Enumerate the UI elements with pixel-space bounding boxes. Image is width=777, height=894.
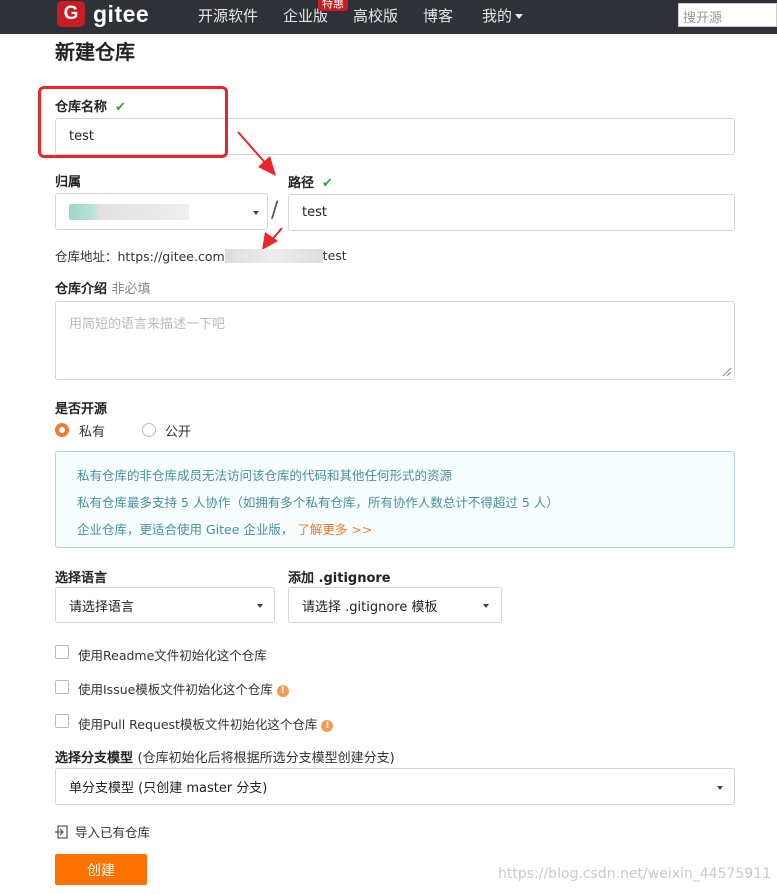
import-repo-link[interactable]: 导入已有仓库 <box>55 822 150 841</box>
gitee-logo-icon: G <box>57 1 85 27</box>
import-icon <box>55 824 68 839</box>
issue-checkbox[interactable] <box>55 680 69 694</box>
chevron-down-icon <box>515 14 524 19</box>
radio-private-label: 私有 <box>79 425 106 440</box>
pr-checkbox-label: 使用Pull Request模板文件初始化这个仓库! <box>78 714 334 733</box>
check-icon: ✔ <box>322 176 333 191</box>
info-line-3-text: 企业仓库，更适合使用 Gitee 企业版， <box>77 522 294 537</box>
owner-redacted <box>69 203 189 220</box>
pr-checkbox-text: 使用Pull Request模板文件初始化这个仓库 <box>78 717 318 732</box>
top-nav: G gitee 开源软件 企业版 特惠 高校版 博客 我的 搜开源 <box>0 0 777 34</box>
address-redacted <box>224 248 323 263</box>
branch-model-label: 选择分支模型 (仓库初始化后将根据所选分支模型创建分支) <box>55 747 395 766</box>
hot-badge: 特惠 <box>318 0 348 11</box>
annotation-box <box>38 86 228 158</box>
repo-address: 仓库地址：https://gitee.com test <box>55 246 347 265</box>
info-icon[interactable]: ! <box>321 719 334 732</box>
repo-address-prefix: 仓库地址：https://gitee.com <box>55 249 225 264</box>
private-info-box: 私有仓库的非仓库成员无法访问该仓库的代码和其他任何形式的资源 私有仓库最多支持 … <box>55 451 735 548</box>
nav-mine-label: 我的 <box>482 7 513 25</box>
resize-handle-icon[interactable] <box>722 367 732 377</box>
radio-public[interactable] <box>142 423 156 437</box>
chevron-down-icon <box>483 604 489 608</box>
chevron-down-icon <box>717 786 723 790</box>
language-select-value: 请选择语言 <box>69 599 135 615</box>
gitignore-label: 添加 .gitignore <box>288 571 391 586</box>
info-icon[interactable]: ! <box>276 684 289 697</box>
nav-search-input[interactable]: 搜开源 <box>678 3 777 27</box>
page-title: 新建仓库 <box>55 40 135 64</box>
issue-checkbox-label: 使用Issue模板文件初始化这个仓库! <box>78 679 289 698</box>
nav-blog[interactable]: 博客 <box>423 5 453 26</box>
gitignore-select[interactable]: 请选择 .gitignore 模板 <box>288 587 502 623</box>
intro-textarea[interactable]: 用简短的语言来描述一下吧 <box>55 301 735 380</box>
gitee-logo[interactable]: G gitee <box>57 0 149 28</box>
gitee-logo-text: gitee <box>93 0 150 27</box>
path-separator: / <box>271 198 279 223</box>
nav-open-source[interactable]: 开源软件 <box>198 5 258 26</box>
language-select[interactable]: 请选择语言 <box>55 587 275 623</box>
intro-label-text: 仓库介绍 <box>55 282 108 297</box>
repo-address-suffix: test <box>322 248 347 263</box>
pr-checkbox[interactable] <box>55 714 69 728</box>
open-source-label: 是否开源 <box>55 402 108 417</box>
language-label: 选择语言 <box>55 571 108 586</box>
radio-public-label: 公开 <box>165 425 192 440</box>
owner-label: 归属 <box>55 175 82 190</box>
path-label: 路径 ✔ <box>288 172 333 191</box>
create-button[interactable]: 创建 <box>55 854 147 885</box>
chevron-down-icon <box>253 211 259 215</box>
radio-private[interactable] <box>55 423 69 437</box>
learn-more-link[interactable]: 了解更多 >> <box>297 522 372 537</box>
readme-checkbox[interactable] <box>55 645 69 659</box>
info-line-2: 私有仓库最多支持 5 人协作（如拥有多个私有仓库，所有协作人数总计不得超过 5 … <box>77 495 559 510</box>
nav-education[interactable]: 高校版 <box>353 5 398 26</box>
intro-optional: 非必填 <box>111 282 151 297</box>
owner-select[interactable] <box>55 193 268 230</box>
issue-checkbox-text: 使用Issue模板文件初始化这个仓库 <box>78 682 273 697</box>
import-repo-text: 导入已有仓库 <box>75 825 151 840</box>
watermark: https://blog.csdn.net/weixin_44575911 <box>498 866 772 882</box>
branch-model-select-value: 单分支模型 (只创建 master 分支) <box>69 781 268 796</box>
branch-model-label-text: 选择分支模型 <box>55 751 134 766</box>
intro-label: 仓库介绍 非必填 <box>55 278 151 297</box>
nav-mine[interactable]: 我的 <box>482 5 524 26</box>
branch-model-hint: (仓库初始化后将根据所选分支模型创建分支) <box>137 751 395 766</box>
path-label-text: 路径 <box>288 176 315 191</box>
readme-checkbox-label: 使用Readme文件初始化这个仓库 <box>78 648 267 663</box>
path-input[interactable]: test <box>288 194 735 231</box>
gitignore-select-value: 请选择 .gitignore 模板 <box>302 599 438 615</box>
info-line-3: 企业仓库，更适合使用 Gitee 企业版， 了解更多 >> <box>77 519 372 538</box>
chevron-down-icon <box>257 604 263 608</box>
branch-model-select[interactable]: 单分支模型 (只创建 master 分支) <box>55 768 735 805</box>
info-line-1: 私有仓库的非仓库成员无法访问该仓库的代码和其他任何形式的资源 <box>77 468 453 483</box>
